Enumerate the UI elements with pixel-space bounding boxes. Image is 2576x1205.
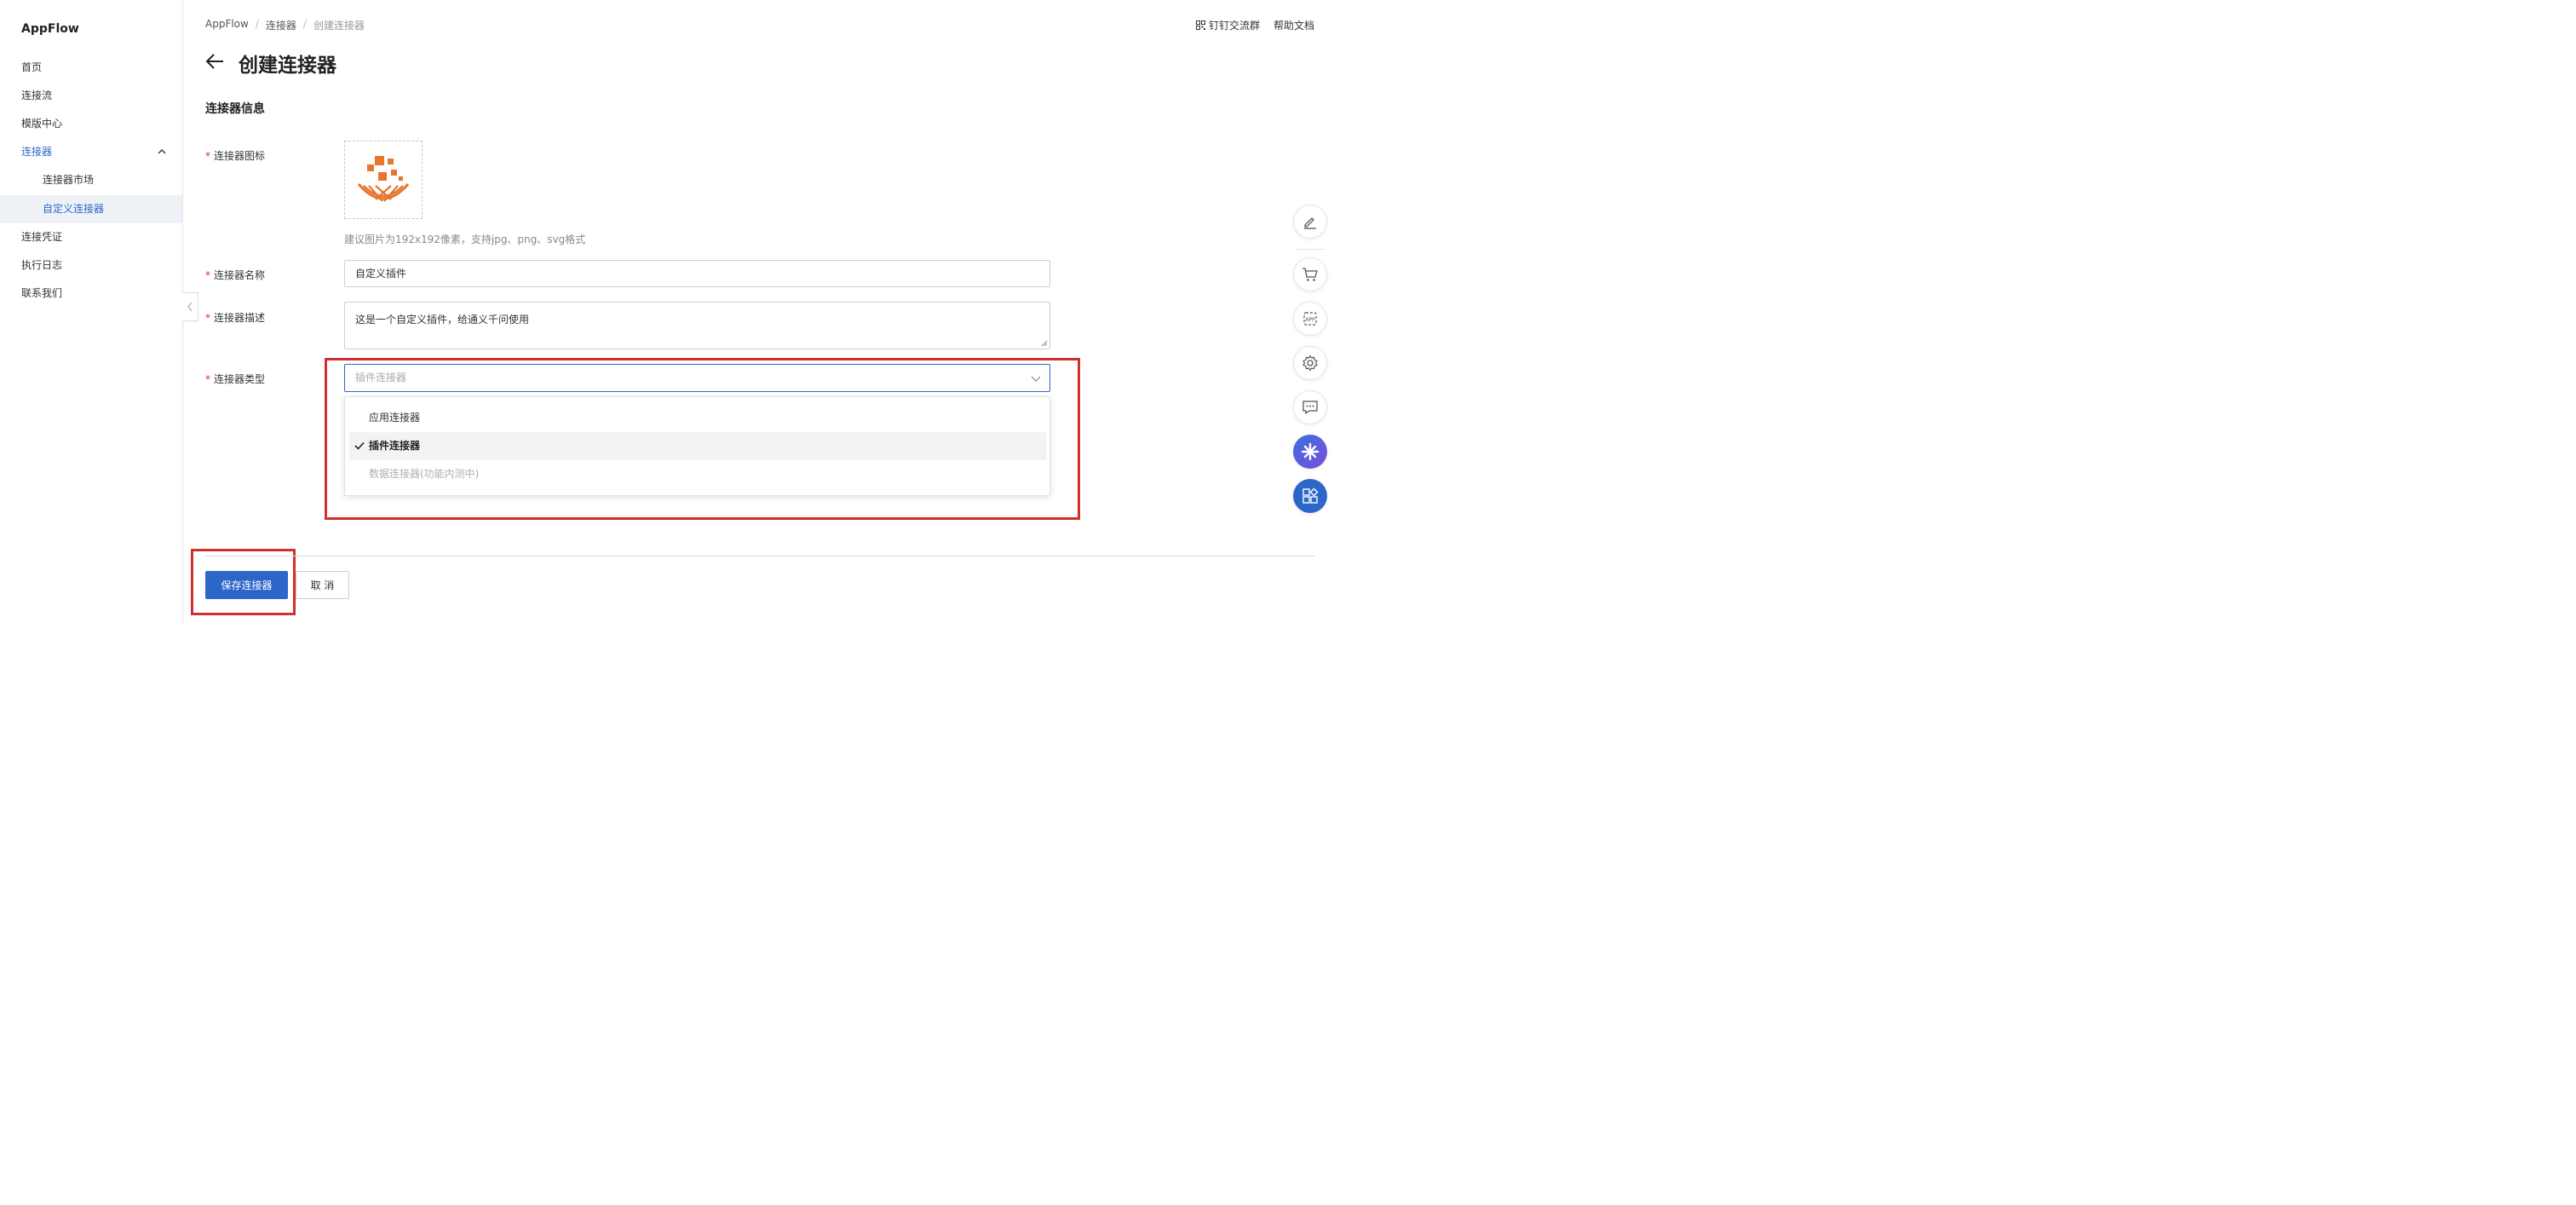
sidebar-item-home[interactable]: 首页 [0, 54, 182, 82]
chevron-left-icon [187, 302, 193, 312]
sidebar-item-custom-connector[interactable]: 自定义连接器 [0, 195, 182, 223]
top-links: 钉钉交流群 帮助文档 [1195, 18, 1314, 32]
app-tool-button[interactable]: APP [1293, 302, 1327, 336]
icon-hint: 建议图片为192x192像素，支持jpg、png、svg格式 [344, 234, 586, 245]
apps-grid-icon [1302, 487, 1319, 504]
apps-grid-button[interactable] [1293, 479, 1327, 513]
desc-field-label: * 连接器描述 [205, 310, 265, 325]
page-title: 创建连接器 [239, 55, 336, 77]
cancel-button[interactable]: 取 消 [296, 571, 349, 599]
back-arrow-icon[interactable] [204, 52, 225, 71]
required-marker: * [205, 150, 210, 162]
check-icon [354, 441, 365, 450]
cart-tool-button[interactable] [1293, 257, 1327, 291]
resize-handle-icon[interactable] [1041, 340, 1048, 347]
sidebar-item-credentials[interactable]: 连接凭证 [0, 223, 182, 251]
connector-name-input[interactable]: 自定义插件 [344, 260, 1050, 287]
option-app-connector[interactable]: 应用连接器 [349, 404, 1046, 432]
connector-type-select[interactable]: 插件连接器 [344, 364, 1050, 392]
svg-text:APP: APP [1305, 317, 1315, 323]
breadcrumb: AppFlow / 连接器 / 创建连接器 [205, 18, 365, 32]
connector-icon-upload[interactable] [344, 141, 423, 219]
name-label-text: 连接器名称 [214, 269, 266, 281]
required-marker: * [205, 373, 210, 385]
sidebar-item-connector-market[interactable]: 连接器市场 [0, 166, 182, 194]
edit-tool-button[interactable] [1293, 205, 1327, 239]
sidebar-item-templates[interactable]: 模版中心 [0, 110, 182, 138]
float-divider [1295, 249, 1325, 250]
required-marker: * [205, 269, 210, 281]
save-connector-button[interactable]: 保存连接器 [205, 571, 288, 599]
settings-icon [1302, 355, 1318, 372]
desc-label-text: 连接器描述 [214, 312, 266, 324]
connector-type-dropdown: 应用连接器 插件连接器 数据连接器(功能内测中) [344, 396, 1050, 496]
ai-assistant-icon [1301, 442, 1320, 461]
sidebar-item-label: 连接器 [21, 146, 53, 158]
breadcrumb-separator: / [255, 18, 259, 30]
sidebar: AppFlow 首页 连接流 模版中心 连接器 连接器市场 自定义连接器 连接凭… [0, 0, 183, 625]
cart-icon [1302, 268, 1318, 281]
app-name: AppFlow [21, 22, 79, 36]
sidebar-item-flows[interactable]: 连接流 [0, 82, 182, 110]
connector-desc-textarea[interactable]: 这是一个自定义插件，给通义千问使用 [344, 302, 1050, 349]
required-marker: * [205, 312, 210, 324]
select-placeholder: 插件连接器 [355, 372, 407, 383]
sidebar-collapse-button[interactable] [182, 292, 198, 321]
dingtalk-group-label: 钉钉交流群 [1208, 20, 1260, 32]
chevron-up-icon [158, 149, 166, 154]
icon-label-text: 连接器图标 [214, 150, 266, 162]
dingtalk-group-link[interactable]: 钉钉交流群 [1195, 18, 1260, 32]
ai-assistant-button[interactable] [1293, 435, 1327, 469]
section-title: 连接器信息 [205, 102, 265, 116]
chat-icon [1302, 401, 1318, 415]
connector-logo-icon [357, 156, 410, 202]
qrcode-icon [1195, 20, 1205, 30]
type-field-label: * 连接器类型 [205, 372, 265, 386]
option-label: 插件连接器 [369, 440, 421, 452]
type-label-text: 连接器类型 [214, 373, 266, 385]
breadcrumb-item-connectors[interactable]: 连接器 [266, 18, 296, 32]
sidebar-item-contact[interactable]: 联系我们 [0, 280, 182, 308]
option-data-connector: 数据连接器(功能内测中) [369, 468, 480, 480]
breadcrumb-separator: / [302, 18, 307, 30]
desc-value: 这是一个自定义插件，给通义千问使用 [355, 314, 530, 326]
chevron-down-icon [1031, 376, 1041, 382]
chat-tool-button[interactable] [1293, 390, 1327, 424]
edit-icon [1304, 217, 1316, 229]
icon-field-label: * 连接器图标 [205, 148, 265, 163]
breadcrumb-item-appflow[interactable]: AppFlow [205, 18, 249, 32]
option-plugin-connector[interactable]: 插件连接器 [349, 432, 1046, 460]
settings-tool-button[interactable] [1293, 346, 1327, 380]
sidebar-item-logs[interactable]: 执行日志 [0, 251, 182, 280]
app-icon: APP [1303, 312, 1317, 326]
name-field-label: * 连接器名称 [205, 268, 265, 282]
sidebar-item-connectors[interactable]: 连接器 [0, 138, 182, 166]
help-docs-link[interactable]: 帮助文档 [1274, 18, 1314, 32]
breadcrumb-item-current: 创建连接器 [313, 20, 365, 32]
